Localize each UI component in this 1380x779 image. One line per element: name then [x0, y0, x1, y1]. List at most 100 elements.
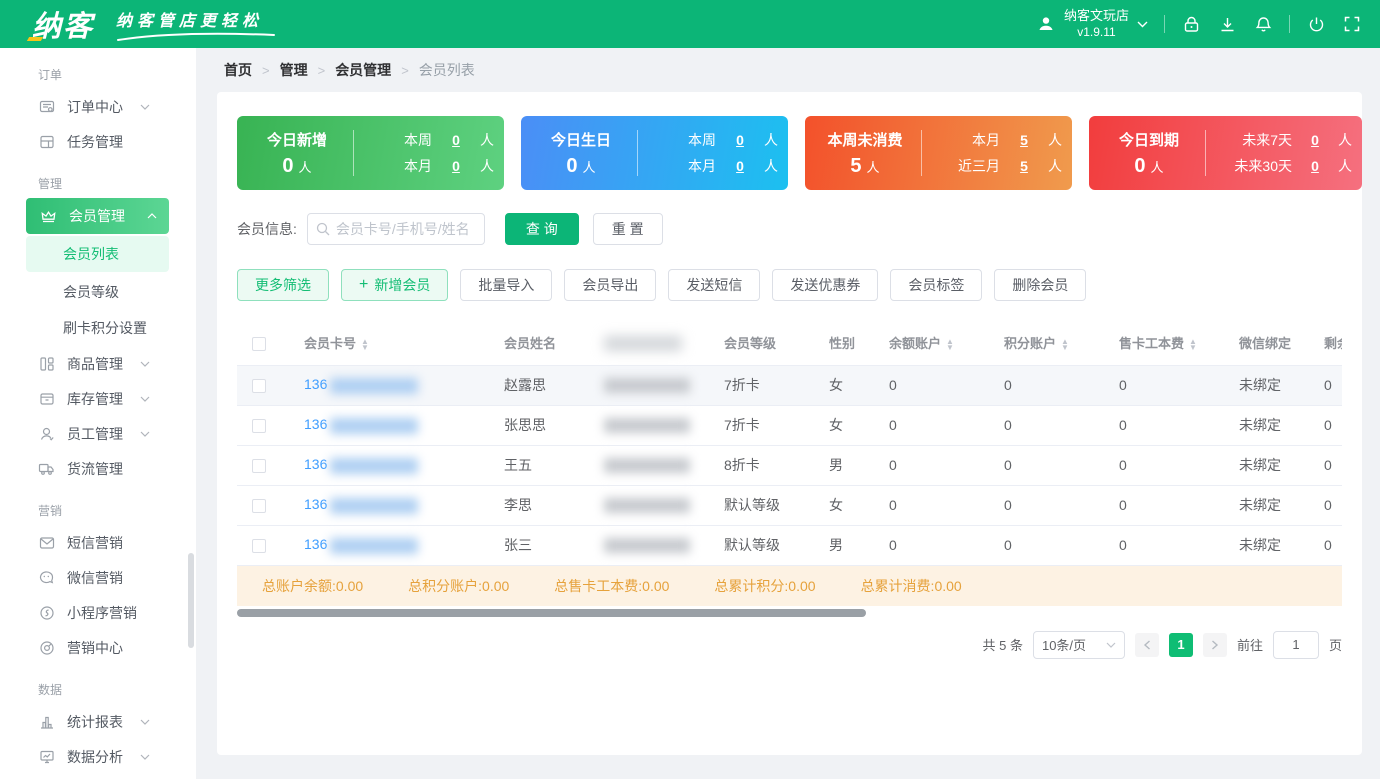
order-icon: [38, 98, 55, 115]
page-unit-label: 页: [1329, 635, 1342, 654]
sidebar-item-member-manage[interactable]: 会员管理: [26, 198, 169, 234]
user-icon: [1036, 14, 1056, 34]
download-icon[interactable]: [1217, 14, 1237, 34]
member-list-panel: 今日新增 0人 本周0人 本月0人 今日生日 0人: [217, 92, 1362, 755]
sidebar-item-logistics-manage[interactable]: 货流管理: [0, 451, 196, 486]
member-tag-button[interactable]: 会员标签: [890, 269, 982, 301]
select-all-checkbox[interactable]: [252, 337, 266, 351]
stat-link[interactable]: 0: [736, 158, 744, 174]
sidebar-item-label: 营销中心: [67, 638, 123, 658]
sort-points[interactable]: ▲▼: [1061, 339, 1069, 351]
card-divider: [353, 130, 354, 176]
bar-chart-icon: [38, 713, 55, 730]
lock-icon[interactable]: [1181, 14, 1201, 34]
stat-link[interactable]: 0: [452, 132, 460, 148]
member-card-link[interactable]: 136: [304, 536, 327, 552]
sidebar-item-data-analysis[interactable]: 数据分析: [0, 739, 196, 774]
sidebar-item-marketing-center[interactable]: 营销中心: [0, 630, 196, 665]
member-export-button[interactable]: 会员导出: [564, 269, 656, 301]
sidebar-item-inventory-manage[interactable]: 库存管理: [0, 381, 196, 416]
app-slogan: 纳客管店更轻松: [116, 7, 276, 42]
send-sms-button[interactable]: 发送短信: [668, 269, 760, 301]
row-checkbox[interactable]: [252, 459, 266, 473]
total-balance: 总账户余额:0.00: [262, 576, 363, 596]
masked-card-digits: [330, 378, 418, 394]
power-icon[interactable]: [1306, 14, 1326, 34]
user-menu[interactable]: 纳客文玩店 v1.9.11: [1036, 8, 1148, 39]
sidebar-item-label: 任务管理: [67, 132, 123, 152]
sort-card-number[interactable]: ▲▼: [361, 339, 369, 351]
next-page-button[interactable]: [1203, 633, 1227, 657]
member-card-link[interactable]: 136: [304, 496, 327, 512]
sort-card-fee[interactable]: ▲▼: [1189, 339, 1197, 351]
row-checkbox[interactable]: [252, 379, 266, 393]
col-gender: 性别: [829, 336, 855, 351]
page-size-select[interactable]: 10条/页: [1033, 631, 1125, 659]
sidebar-subitem-card-points-setting[interactable]: 刷卡积分设置: [0, 310, 196, 346]
table-row[interactable]: 136 张三 默认等级 男 0 0 0 未绑定 0: [237, 525, 1342, 565]
sidebar-item-report[interactable]: 统计报表: [0, 704, 196, 739]
logistics-truck-icon: [38, 460, 55, 477]
breadcrumb-member-manage[interactable]: 会员管理: [335, 60, 391, 80]
sidebar-item-miniprogram-marketing[interactable]: 小程序营销: [0, 595, 196, 630]
sidebar-item-wechat-marketing[interactable]: 微信营销: [0, 560, 196, 595]
col-card-number: 会员卡号: [304, 336, 356, 351]
batch-import-button[interactable]: 批量导入: [460, 269, 552, 301]
horizontal-scrollbar[interactable]: [237, 609, 866, 617]
current-page-button[interactable]: 1: [1169, 633, 1193, 657]
add-member-button[interactable]: +新增会员: [341, 269, 448, 301]
fullscreen-icon[interactable]: [1342, 14, 1362, 34]
sidebar-item-goods-manage[interactable]: 商品管理: [0, 346, 196, 381]
member-card-link[interactable]: 136: [304, 376, 327, 392]
table-row[interactable]: 136 李思 默认等级 女 0 0 0 未绑定 0: [237, 485, 1342, 525]
member-card-link[interactable]: 136: [304, 456, 327, 472]
sidebar-scrollbar[interactable]: [188, 553, 194, 648]
stat-link[interactable]: 0: [452, 158, 460, 174]
delete-member-button[interactable]: 删除会员: [994, 269, 1086, 301]
stat-link[interactable]: 5: [1020, 132, 1028, 148]
breadcrumb-current: 会员列表: [419, 60, 475, 80]
stat-link[interactable]: 0: [1311, 158, 1319, 174]
member-search-box[interactable]: [307, 213, 485, 245]
sidebar-item-label: 数据分析: [67, 747, 123, 767]
task-icon: [38, 133, 55, 150]
sidebar-item-sms-marketing[interactable]: 短信营销: [0, 525, 196, 560]
col-remaining: 剩余: [1324, 336, 1342, 351]
reset-button[interactable]: 重 置: [593, 213, 663, 245]
masked-card-digits: [330, 458, 418, 474]
stat-link[interactable]: 5: [1020, 158, 1028, 174]
bell-icon[interactable]: [1253, 14, 1273, 34]
breadcrumb-manage[interactable]: 管理: [280, 60, 308, 80]
member-card-link[interactable]: 136: [304, 416, 327, 432]
sidebar-item-task-manage[interactable]: 任务管理: [0, 124, 196, 159]
row-checkbox[interactable]: [252, 419, 266, 433]
sidebar-group-order: 订单: [38, 66, 196, 83]
app-logo: 纳客: [18, 3, 94, 45]
total-card-fee: 总售卡工本费:0.00: [554, 576, 669, 596]
goto-page-input[interactable]: [1273, 631, 1319, 659]
sidebar-item-staff-manage[interactable]: 员工管理: [0, 416, 196, 451]
member-search-input[interactable]: [336, 221, 476, 237]
breadcrumb-home[interactable]: 首页: [224, 60, 252, 80]
row-checkbox[interactable]: [252, 499, 266, 513]
stat-link[interactable]: 0: [1311, 132, 1319, 148]
sidebar-item-order-center[interactable]: 订单中心: [0, 89, 196, 124]
sort-balance[interactable]: ▲▼: [946, 339, 954, 351]
sidebar-subitem-member-level[interactable]: 会员等级: [0, 274, 196, 310]
chevron-up-icon: [147, 213, 157, 219]
table-row[interactable]: 136 张思思 7折卡 女 0 0 0 未绑定 0: [237, 405, 1342, 445]
prev-page-button[interactable]: [1135, 633, 1159, 657]
row-checkbox[interactable]: [252, 539, 266, 553]
table-row[interactable]: 136 赵露思 7折卡 女 0 0 0 未绑定 0: [237, 365, 1342, 405]
stat-link[interactable]: 0: [736, 132, 744, 148]
table-row[interactable]: 136 王五 8折卡 男 0 0 0 未绑定 0: [237, 445, 1342, 485]
topbar: 纳客 纳客管店更轻松 纳客文玩店 v1.9.11: [0, 0, 1380, 48]
sidebar-subitem-member-list[interactable]: 会员列表: [26, 236, 169, 272]
send-coupon-button[interactable]: 发送优惠券: [772, 269, 878, 301]
chevron-down-icon: [140, 396, 150, 402]
query-button[interactable]: 查 询: [505, 213, 579, 245]
wechat-icon: [38, 569, 55, 586]
slogan-underline: [116, 32, 276, 42]
analysis-monitor-icon: [38, 748, 55, 765]
more-filter-button[interactable]: 更多筛选: [237, 269, 329, 301]
